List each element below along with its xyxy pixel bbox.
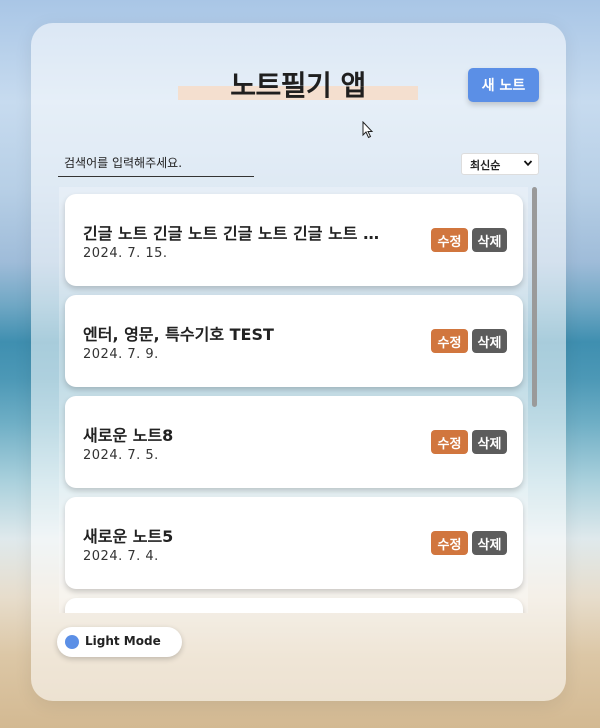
delete-button[interactable]: 삭제 — [472, 329, 507, 353]
toggle-dot-icon — [65, 635, 79, 649]
delete-button[interactable]: 삭제 — [472, 430, 507, 454]
edit-button[interactable]: 수정 — [431, 228, 468, 252]
edit-button[interactable]: 수정 — [431, 329, 468, 353]
note-title: 새로운 노트5 — [83, 527, 174, 546]
note-list[interactable]: 긴글 노트 긴글 노트 긴글 노트 긴글 노트 긴글 노트 2024. 7. 1… — [59, 187, 528, 613]
edit-button[interactable]: 수정 — [431, 531, 468, 555]
theme-toggle-label: Light Mode — [85, 634, 161, 648]
note-card[interactable] — [65, 598, 523, 613]
note-card[interactable]: 새로운 노트5 2024. 7. 4. 수정 삭제 — [65, 497, 523, 589]
sort-selected-label: 최신순 — [470, 159, 501, 172]
mouse-cursor-icon — [362, 121, 374, 139]
note-date: 2024. 7. 4. — [83, 549, 159, 564]
delete-button[interactable]: 삭제 — [472, 531, 507, 555]
note-title: 새로운 노트8 — [83, 426, 174, 445]
note-date: 2024. 7. 15. — [83, 246, 168, 261]
theme-toggle[interactable]: Light Mode — [57, 627, 182, 657]
note-date: 2024. 7. 5. — [83, 448, 159, 463]
list-scrollbar[interactable] — [532, 187, 537, 407]
delete-button[interactable]: 삭제 — [472, 228, 507, 252]
note-title: 엔터, 영문, 특수기호 TEST — [83, 325, 274, 344]
note-card[interactable]: 엔터, 영문, 특수기호 TEST 2024. 7. 9. 수정 삭제 — [65, 295, 523, 387]
note-title: 긴글 노트 긴글 노트 긴글 노트 긴글 노트 긴글 노트 — [83, 224, 393, 243]
note-date: 2024. 7. 9. — [83, 347, 159, 362]
chevron-down-icon — [523, 160, 533, 167]
page-title: 노트필기 앱 — [230, 69, 366, 102]
edit-button[interactable]: 수정 — [431, 430, 468, 454]
search-input[interactable] — [58, 150, 254, 177]
sort-select[interactable]: 최신순 — [461, 153, 539, 175]
note-card[interactable]: 긴글 노트 긴글 노트 긴글 노트 긴글 노트 긴글 노트 2024. 7. 1… — [65, 194, 523, 286]
header: 노트필기 앱 — [178, 62, 418, 102]
note-card[interactable]: 새로운 노트8 2024. 7. 5. 수정 삭제 — [65, 396, 523, 488]
new-note-button[interactable]: 새 노트 — [468, 68, 539, 102]
